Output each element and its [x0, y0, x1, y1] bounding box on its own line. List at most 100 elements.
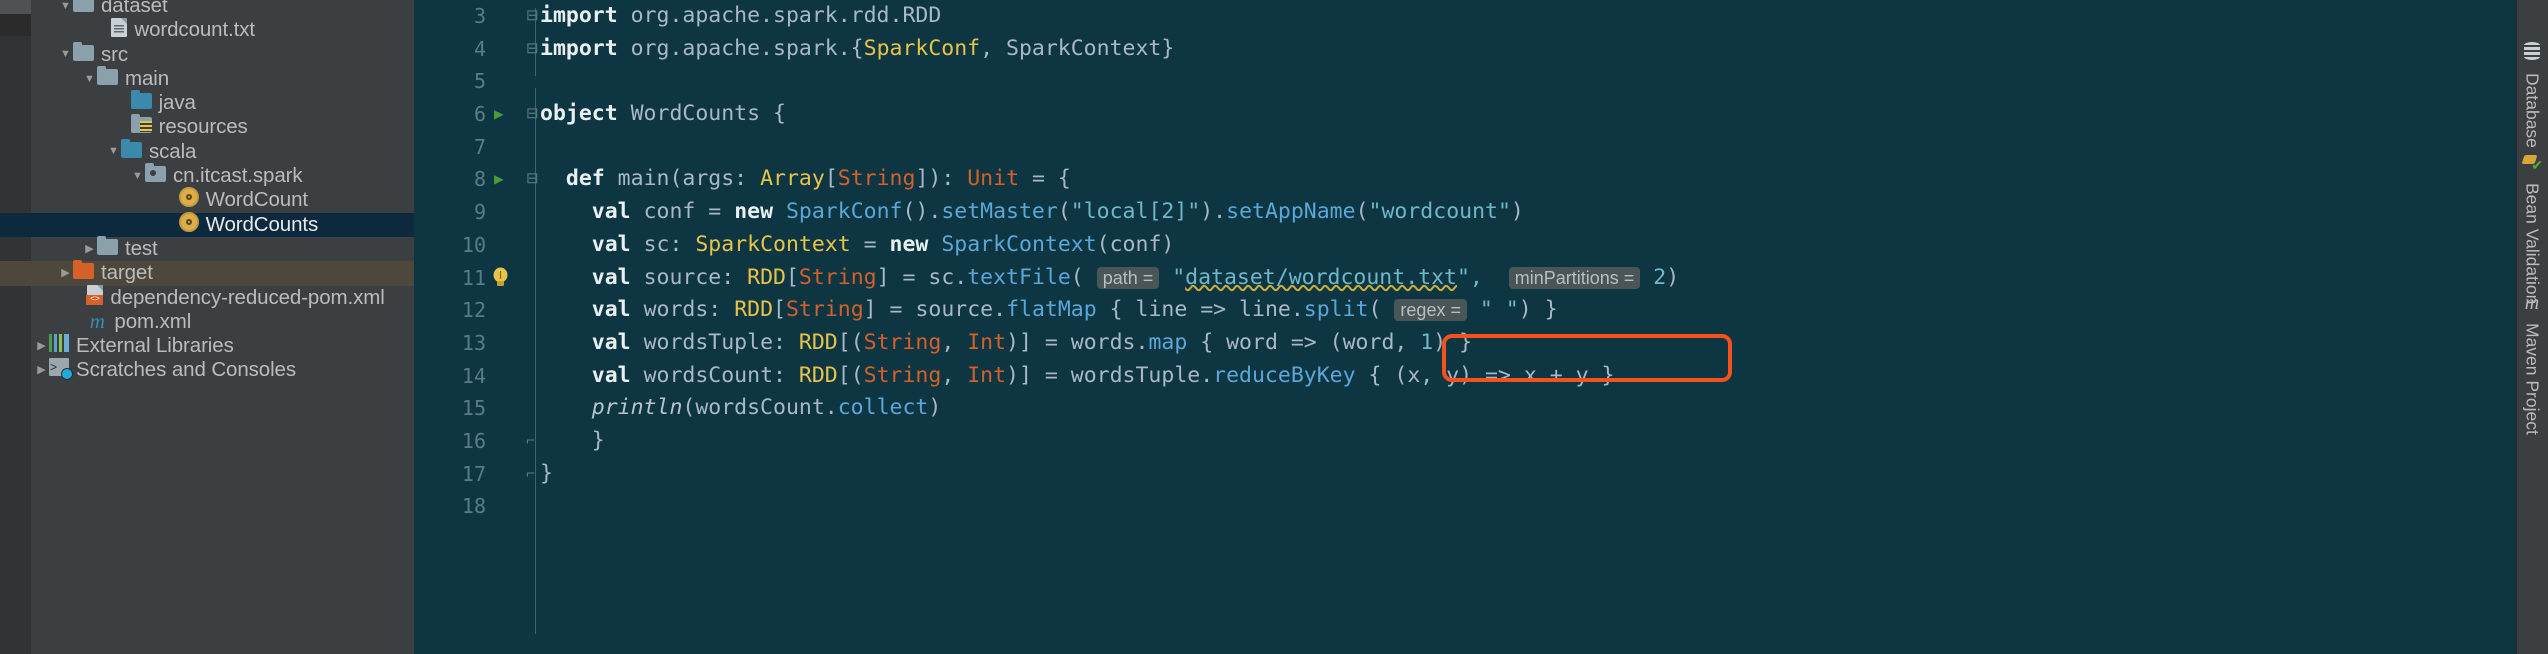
code-text: val words: RDD[String] = source.flatMap …	[540, 294, 1558, 327]
code-text: }	[540, 425, 605, 458]
tool-button-bean-validation-label: Bean Validation	[2522, 183, 2543, 305]
source-folder-icon	[130, 90, 152, 115]
code-line-17[interactable]: 17 ⌐}	[414, 458, 2516, 491]
tree-item-wordcount[interactable]: WordCount	[34, 187, 414, 213]
strip-tab-second[interactable]	[0, 14, 31, 36]
chevron-right-icon[interactable]: ▶	[34, 365, 49, 376]
folder-icon	[73, 41, 94, 67]
code-token: import	[540, 35, 618, 61]
code-line-6[interactable]: 6 ▶ ⊟ object WordCounts {	[414, 98, 2516, 131]
code-line-15[interactable]: 15 println(wordsCount.collect)	[414, 392, 2516, 425]
chevron-down-icon[interactable]: ▼	[58, 0, 73, 12]
run-gutter-icon[interactable]: ▶	[494, 163, 504, 196]
code-editor[interactable]: 3 ⊟ import org.apache.spark.rdd.RDD 4 ⊟ impor…	[414, 0, 2516, 654]
tool-button-database[interactable]: Database	[2516, 38, 2548, 152]
tree-item-test[interactable]: ▶ test	[34, 235, 414, 261]
code-line-18[interactable]: 18	[414, 490, 2516, 523]
chevron-right-icon[interactable]: ▶	[34, 340, 49, 352]
code-token: 1	[1420, 329, 1434, 355]
code-line-10[interactable]: 10 val sc: SparkContext = new SparkConte…	[414, 229, 2516, 262]
code-token: import	[540, 3, 618, 28]
xml-file-icon: <>	[86, 285, 104, 310]
tree-item-cn-itcast-spark[interactable]: ▼ cn.itcast.spark	[34, 163, 414, 188]
tree-item-wordcount-txt[interactable]: wordcount.txt	[34, 17, 414, 42]
code-line-9[interactable]: 9 val conf = new SparkConf().setMaster("…	[414, 196, 2516, 229]
code-token: println	[591, 395, 683, 421]
scratches-icon	[49, 356, 73, 382]
maven-file-icon: m	[89, 308, 105, 333]
tree-item-pom-xml[interactable]: m pom.xml	[34, 310, 414, 334]
tree-item-label: test	[125, 236, 158, 260]
code-text: val source: RDD[String] = sc.textFile( p…	[540, 262, 1679, 295]
tree-item-external-libraries[interactable]: ▶ External Libraries	[34, 334, 414, 358]
code-token: ) }	[1433, 329, 1473, 355]
code-token: ]	[876, 264, 890, 290]
code-line-16[interactable]: 16 ⌐ }	[414, 425, 2516, 458]
code-token: val	[591, 231, 631, 257]
code-line-4[interactable]: 4 ⊟ import org.apache.spark.{SparkConf, Sp…	[414, 33, 2516, 66]
code-token: ,	[941, 329, 968, 355]
tree-item-dataset[interactable]: ▼ dataset	[34, 0, 414, 18]
tree-item-main[interactable]: ▼ main	[34, 65, 414, 91]
code-token: flatMap	[1006, 297, 1097, 323]
code-line-12[interactable]: 12 val words: RDD[String] = source.flatM…	[414, 294, 2516, 327]
code-token: {	[850, 35, 864, 61]
chevron-down-icon[interactable]: ▼	[82, 73, 97, 85]
code-token: [	[824, 166, 838, 192]
code-token: wordsTuple:	[630, 329, 799, 355]
fold-collapse-icon[interactable]: ⊟	[526, 33, 539, 66]
fold-end-icon[interactable]: ⌐	[526, 458, 535, 491]
line-number: 7	[473, 134, 486, 159]
code-token: source:	[630, 264, 748, 290]
fold-collapse-icon[interactable]: ⊟	[526, 98, 539, 131]
tree-item-dependency-reduced-pom-xml[interactable]: <> dependency-reduced-pom.xml	[34, 285, 414, 310]
chevron-right-icon[interactable]: ▶	[58, 267, 73, 279]
tree-item-src[interactable]: ▼ src	[34, 41, 414, 67]
chevron-right-icon[interactable]: ▶	[82, 243, 97, 255]
code-line-14[interactable]: 14 val wordsCount: RDD[(String, Int)] = …	[414, 360, 2516, 393]
strip-tab-top[interactable]	[0, 0, 31, 14]
code-token: String	[837, 166, 916, 192]
code-token: org.apache.spark.rdd.RDD	[617, 3, 942, 28]
code-token: )]	[1006, 362, 1032, 388]
tree-item-label: java	[158, 91, 196, 115]
code-token: [	[773, 297, 786, 323]
code-token: )	[1510, 199, 1524, 225]
code-token: = {	[1019, 166, 1071, 192]
code-text: println(wordsCount.collect)	[540, 392, 942, 425]
line-number: 4	[473, 36, 486, 61]
tree-item-scala[interactable]: ▼ scala	[34, 138, 414, 164]
code-token: words:	[630, 297, 735, 323]
code-line-7[interactable]: 7	[414, 131, 2516, 164]
code-text: val wordsTuple: RDD[(String, Int)] = wor…	[540, 327, 1472, 360]
chevron-down-icon[interactable]: ▼	[58, 49, 73, 60]
scala-object-icon	[178, 187, 199, 213]
code-token: (	[1355, 199, 1369, 225]
code-line-3[interactable]: 3 ⊟ import org.apache.spark.rdd.RDD	[414, 0, 2516, 33]
tree-item-resources[interactable]: resources	[34, 114, 414, 139]
line-number: 9	[473, 200, 486, 225]
tree-item-target[interactable]: ▶ target	[0, 260, 414, 286]
tree-item-scratches-and-consoles[interactable]: ▶ Scratches and Consoles	[34, 356, 414, 382]
code-token: )	[928, 395, 942, 421]
tree-item-wordcounts[interactable]: WordCounts	[0, 211, 414, 237]
tool-button-maven-project[interactable]: m Maven Project	[2516, 288, 2548, 439]
chevron-down-icon[interactable]: ▼	[130, 170, 145, 182]
fold-end-icon[interactable]: ⌐	[526, 425, 535, 458]
code-line-5[interactable]: 5	[414, 65, 2516, 98]
code-token: String	[785, 297, 864, 323]
intention-bulb-icon[interactable]	[492, 267, 509, 289]
fold-collapse-icon[interactable]: ⊟	[526, 0, 539, 33]
code-line-8[interactable]: 8 ▶ ⊟ def main(args: Array[String]): Unit …	[414, 163, 2516, 196]
code-line-11[interactable]: 11 val source: RDD[String] = sc.textFile…	[414, 262, 2516, 295]
fold-collapse-icon[interactable]: ⊟	[526, 163, 539, 196]
code-line-13[interactable]: 13 val wordsTuple: RDD[(String, Int)] = …	[414, 327, 2516, 360]
tree-item-java[interactable]: java	[34, 90, 414, 115]
run-gutter-icon[interactable]: ▶	[494, 98, 504, 131]
resources-folder-icon	[130, 114, 152, 139]
chevron-down-icon[interactable]: ▼	[106, 146, 121, 157]
tool-button-bean-validation[interactable]: Bean Validation	[2516, 148, 2548, 308]
code-token: val	[591, 199, 631, 225]
source-folder-icon	[121, 138, 142, 164]
parameter-hint-minpartitions: minPartitions =	[1508, 266, 1641, 289]
